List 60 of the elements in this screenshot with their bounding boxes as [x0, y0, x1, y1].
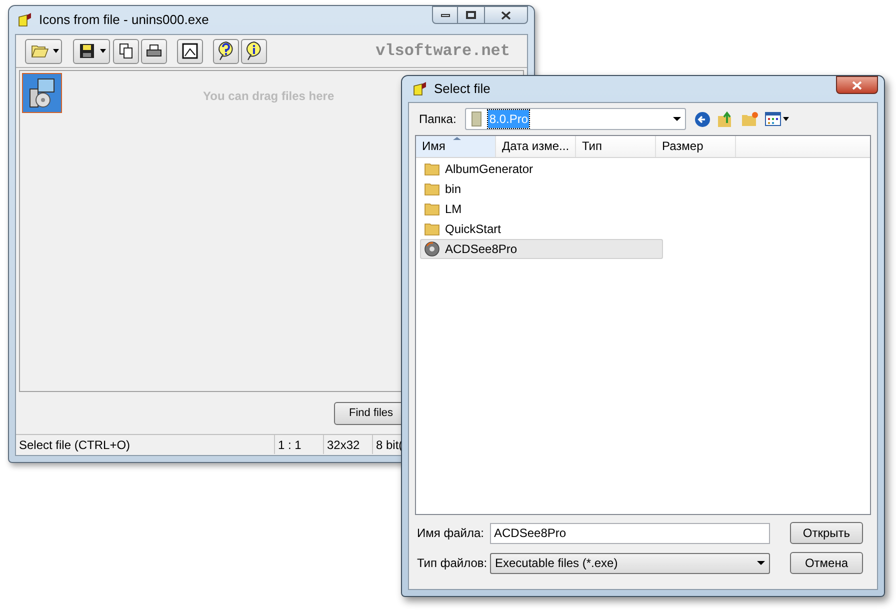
help-button[interactable]: [213, 38, 239, 64]
close-button[interactable]: [836, 76, 878, 94]
new-folder-icon[interactable]: [741, 111, 760, 127]
print-button[interactable]: [141, 38, 167, 64]
filetype-label: Тип файлов:: [417, 555, 488, 572]
open-split-button[interactable]: [25, 38, 62, 64]
cancel-button[interactable]: Отмена: [790, 552, 863, 574]
image-frame-icon: [182, 43, 198, 59]
view-grid-icon: [765, 112, 782, 126]
caret-icon: [53, 49, 59, 53]
filetype-select[interactable]: Executable files (*.exe): [490, 552, 770, 574]
folder-icon: [424, 161, 440, 177]
view-menu-button[interactable]: [765, 112, 790, 126]
window-title: Icons from file - unins000.exe: [39, 11, 209, 30]
resize-button[interactable]: [177, 38, 203, 64]
copy-button[interactable]: [113, 38, 139, 64]
column-header[interactable]: Тип: [576, 136, 656, 157]
caret-icon: [783, 117, 790, 121]
folder-icon: [424, 181, 440, 197]
folder-icon: [470, 111, 484, 127]
dropdown-caret-icon: [673, 117, 682, 121]
website-label: vlsoftware.net: [376, 41, 510, 62]
disc-icon: [424, 241, 440, 257]
close-icon: [501, 10, 511, 20]
save-split-button[interactable]: [73, 38, 110, 64]
folder-label: Папка:: [419, 111, 456, 128]
column-header[interactable]: Имя: [416, 136, 496, 157]
close-icon: [852, 80, 862, 90]
printer-icon: [146, 44, 162, 58]
copy-icon: [119, 43, 133, 59]
folder-icon: [424, 221, 440, 237]
caret-icon: [100, 49, 106, 53]
open-folder-icon: [31, 44, 49, 58]
status-text: 32x32: [327, 436, 360, 454]
folder-icon: [424, 201, 440, 217]
maximize-icon: [466, 11, 476, 19]
dropdown-caret-icon: [757, 561, 765, 565]
file-item[interactable]: ACDSee8Pro: [420, 239, 663, 259]
open-button[interactable]: Открыть: [790, 522, 863, 544]
info-button[interactable]: [241, 38, 267, 64]
file-item[interactable]: LM: [420, 199, 663, 219]
icon-tile[interactable]: [22, 73, 62, 113]
app-icon: [412, 81, 428, 97]
filename-field[interactable]: ACDSee8Pro: [490, 522, 770, 544]
sort-arrow-icon: [453, 137, 461, 140]
status-text: Select file (CTRL+O): [19, 436, 130, 454]
column-header[interactable]: Размер: [656, 136, 736, 157]
filename-label: Имя файла:: [417, 525, 485, 542]
status-text: 1 : 1: [278, 436, 302, 454]
maximize-button[interactable]: [458, 6, 484, 24]
file-item[interactable]: QuickStart: [420, 219, 663, 239]
minimize-icon: [440, 14, 450, 16]
folder-value: 8.0.Pro: [488, 110, 530, 128]
close-button[interactable]: [484, 6, 528, 24]
file-item[interactable]: bin: [420, 179, 663, 199]
dialog-title: Select file: [434, 80, 490, 98]
column-header[interactable]: Дата изме...: [496, 136, 576, 157]
minimize-button[interactable]: [432, 6, 458, 24]
file-item[interactable]: AlbumGenerator: [420, 159, 663, 179]
app-icon: [17, 12, 33, 28]
